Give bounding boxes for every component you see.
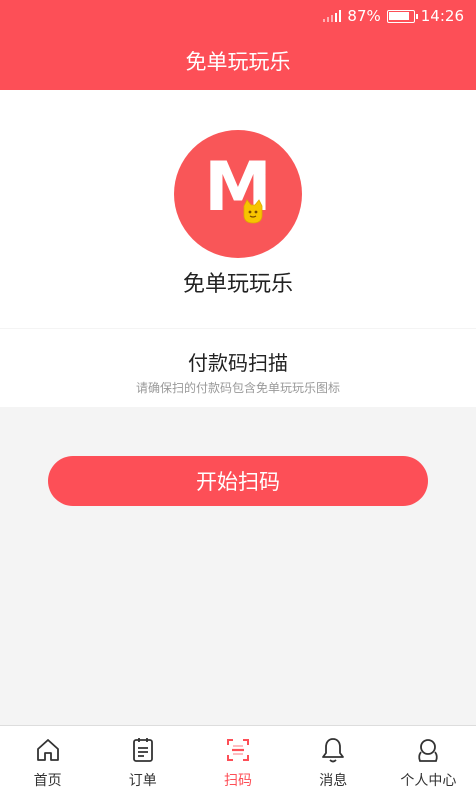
app-name: 免单玩玩乐 <box>182 272 293 297</box>
tab-messages-label: 消息 <box>319 773 348 789</box>
tab-profile[interactable]: 个人中心 <box>381 726 476 800</box>
bell-icon <box>322 738 345 763</box>
status-bar: 87% 14:26 <box>0 0 476 32</box>
logo-section: M 免单玩玩乐 <box>0 90 476 328</box>
tab-bar: 首页 订单 扫码 消息 个人中心 <box>0 725 476 800</box>
start-scan-button[interactable]: 开始扫码 <box>48 456 428 506</box>
scan-icon <box>227 739 249 761</box>
scan-info-section: 付款码扫描 请确保扫的付款码包含免单玩玩乐图标 <box>0 329 476 407</box>
tab-profile-label: 个人中心 <box>400 773 457 789</box>
user-icon <box>418 739 439 762</box>
app-logo: M <box>174 130 302 258</box>
tab-scan-label: 扫码 <box>224 773 252 789</box>
tab-home-label: 首页 <box>33 773 62 789</box>
tab-home[interactable]: 首页 <box>0 726 95 800</box>
clock: 14:26 <box>420 7 464 25</box>
tab-orders[interactable]: 订单 <box>95 726 190 800</box>
home-icon <box>36 739 59 761</box>
scan-title: 付款码扫描 <box>188 351 288 375</box>
order-icon <box>132 738 153 762</box>
mascot-icon <box>243 199 263 224</box>
battery-icon <box>386 9 418 23</box>
header: 87% 14:26 免单玩玩乐 <box>0 0 476 90</box>
logo-letter: M <box>204 148 272 227</box>
page-title: 免单玩玩乐 <box>185 50 291 74</box>
tab-messages[interactable]: 消息 <box>286 726 381 800</box>
battery-percent: 87% <box>347 7 381 25</box>
scan-hint: 请确保扫的付款码包含免单玩玩乐图标 <box>135 381 340 395</box>
signal-icon <box>323 10 342 22</box>
tab-orders-label: 订单 <box>128 773 157 789</box>
tab-scan[interactable]: 扫码 <box>190 726 285 800</box>
